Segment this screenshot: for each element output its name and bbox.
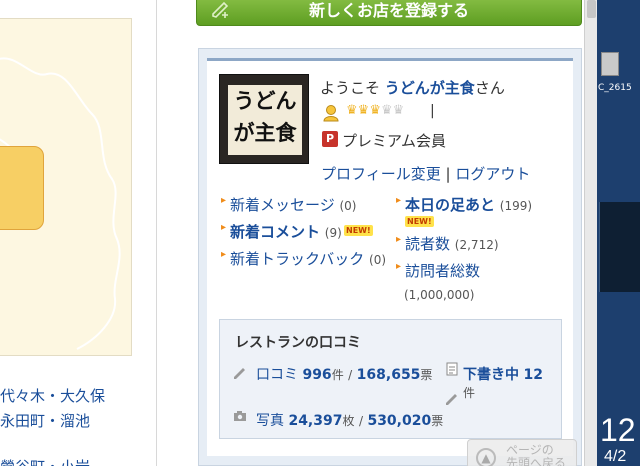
photos-label: 写真 (256, 413, 284, 429)
stat-count: (1,000,000) (404, 288, 475, 302)
area-link-nagatacho[interactable]: 永田町・溜池 (0, 410, 90, 431)
rating-stars: ♛♛♛♛♛ (346, 103, 404, 118)
stat-label: 読者数 (405, 235, 451, 253)
stat-today-footprints[interactable]: ▸ 本日の足あと (199) (396, 194, 533, 215)
stat-count: (0) (339, 199, 357, 213)
back-to-top-line2: 先頭へ戻る (506, 456, 567, 466)
welcome-suffix: さん (474, 79, 505, 97)
photos-votes: 530,020 (367, 413, 432, 429)
stat-count: (199) (499, 199, 533, 213)
drafts-count: 12 (523, 367, 543, 383)
stat-label: 本日の足あと (405, 196, 496, 214)
star-icon: ♛ (392, 103, 405, 118)
area-link-yoyogi[interactable]: 代々木・大久保 (0, 385, 105, 406)
desktop-gadget[interactable] (599, 202, 640, 292)
drafts-unit-row: 件 (463, 384, 475, 401)
stat-label: 訪問者総数 (405, 262, 481, 280)
arrow-icon: ▸ (221, 222, 227, 233)
stat-total-visitors-count: (1,000,000) (404, 285, 474, 303)
clock-date: 4/2 (604, 448, 627, 465)
star-icon: ♛ (369, 103, 381, 118)
edit-profile-link[interactable]: プロフィール変更 (321, 165, 441, 183)
reviews-label: 口コミ (256, 367, 298, 383)
document-icon (446, 362, 458, 376)
avatar-text-line2: が主食 (233, 120, 297, 145)
pencil-icon (234, 368, 245, 379)
photos-separator: / (358, 414, 363, 428)
votes-unit: 票 (420, 368, 433, 382)
user-name-link[interactable]: うどんが主食 (385, 79, 475, 97)
desktop-file-label: C_2615 (598, 83, 632, 93)
camera-icon (234, 411, 246, 421)
avatar[interactable]: うどん が主食 (219, 74, 309, 164)
new-badge: NEW! (405, 216, 434, 227)
stat-count: (0) (369, 253, 387, 267)
arrow-icon: ▸ (396, 195, 402, 206)
welcome-message: ようこそ うどんが主食さん (320, 77, 505, 98)
arrow-up-icon: ▲ (476, 448, 496, 466)
back-to-top-label: ページの 先頭へ戻る (506, 444, 566, 466)
photos-votes-unit: 票 (431, 414, 444, 428)
pencil-icon (446, 394, 457, 405)
photos-unit: 枚 (342, 414, 355, 428)
reviews-separator: / (348, 368, 353, 382)
arrow-icon: ▸ (396, 261, 402, 272)
new-badge: NEW! (344, 225, 373, 236)
star-icon: ♛ (346, 103, 358, 118)
reviews-count-link[interactable]: 口コミ 996件 / 168,655票 (256, 364, 432, 384)
photos-count: 24,397 (288, 413, 343, 429)
scrollbar-thumb[interactable] (587, 0, 596, 18)
register-shop-button[interactable]: 新しくお店を登録する (196, 0, 582, 26)
stat-label: 新着トラックバック (230, 250, 365, 268)
area-link-uguisudani[interactable]: 鶯谷町・小岩 (0, 456, 90, 466)
stat-label: 新着メッセージ (230, 196, 335, 214)
reviews-title: レストランの口コミ (235, 335, 361, 351)
rating-separator: | (430, 103, 435, 119)
reviews-count: 996 (302, 367, 332, 383)
star-icon: ♛ (357, 103, 370, 118)
stat-new-trackbacks[interactable]: ▸ 新着トラックバック (0) (221, 248, 387, 269)
back-to-top-button[interactable]: ▲ ページの 先頭へ戻る (467, 439, 577, 466)
profile-link-separator: | (445, 165, 451, 183)
drafts-unit: 件 (463, 386, 476, 400)
arrow-icon: ▸ (221, 195, 227, 206)
arrow-icon: ▸ (221, 249, 227, 260)
premium-icon: P (322, 131, 338, 147)
stat-new-messages[interactable]: ▸ 新着メッセージ (0) (221, 194, 357, 215)
drafts-label: 下書き中 (463, 367, 519, 383)
avatar-sign: うどん が主食 (228, 85, 302, 155)
photos-count-link[interactable]: 写真 24,397枚 / 530,020票 (256, 410, 443, 430)
stat-total-visitors[interactable]: ▸ 訪問者総数 (396, 260, 481, 281)
star-icon: ♛ (380, 103, 393, 118)
stat-new-comments[interactable]: ▸ 新着コメント (9) (221, 221, 342, 242)
stat-count: (9) (324, 226, 342, 240)
avatar-text-line1: うどん (233, 88, 297, 113)
welcome-prefix: ようこそ (320, 79, 381, 97)
reviews-votes: 168,655 (356, 367, 421, 383)
stat-readers[interactable]: ▸ 読者数 (2,712) (396, 233, 499, 254)
arrow-icon: ▸ (396, 234, 402, 245)
map-highlight-region[interactable] (0, 146, 44, 230)
vertical-scrollbar[interactable] (584, 0, 597, 466)
page: 代々木・大久保 永田町・溜池 鶯谷町・小岩 新しくお店を登録する うどん が主食… (0, 0, 640, 466)
register-shop-label: 新しくお店を登録する (308, 1, 469, 20)
desktop-file-icon[interactable] (601, 52, 619, 76)
reviews-unit: 件 (331, 368, 344, 382)
drafts-link[interactable]: 下書き中 12 (463, 364, 543, 384)
clock-time: 12 (600, 412, 636, 448)
logout-link[interactable]: ログアウト (455, 165, 530, 183)
stat-label: 新着コメント (230, 223, 321, 241)
area-map-panel: 代々木・大久保 永田町・溜池 鶯谷町・小岩 (0, 0, 157, 466)
pencil-plus-icon (212, 1, 229, 18)
membership-label: プレミアム会員 (342, 132, 446, 150)
user-rank-icon (323, 105, 339, 122)
profile-links: プロフィール変更 | ログアウト (321, 163, 530, 184)
stat-count: (2,712) (454, 238, 499, 252)
